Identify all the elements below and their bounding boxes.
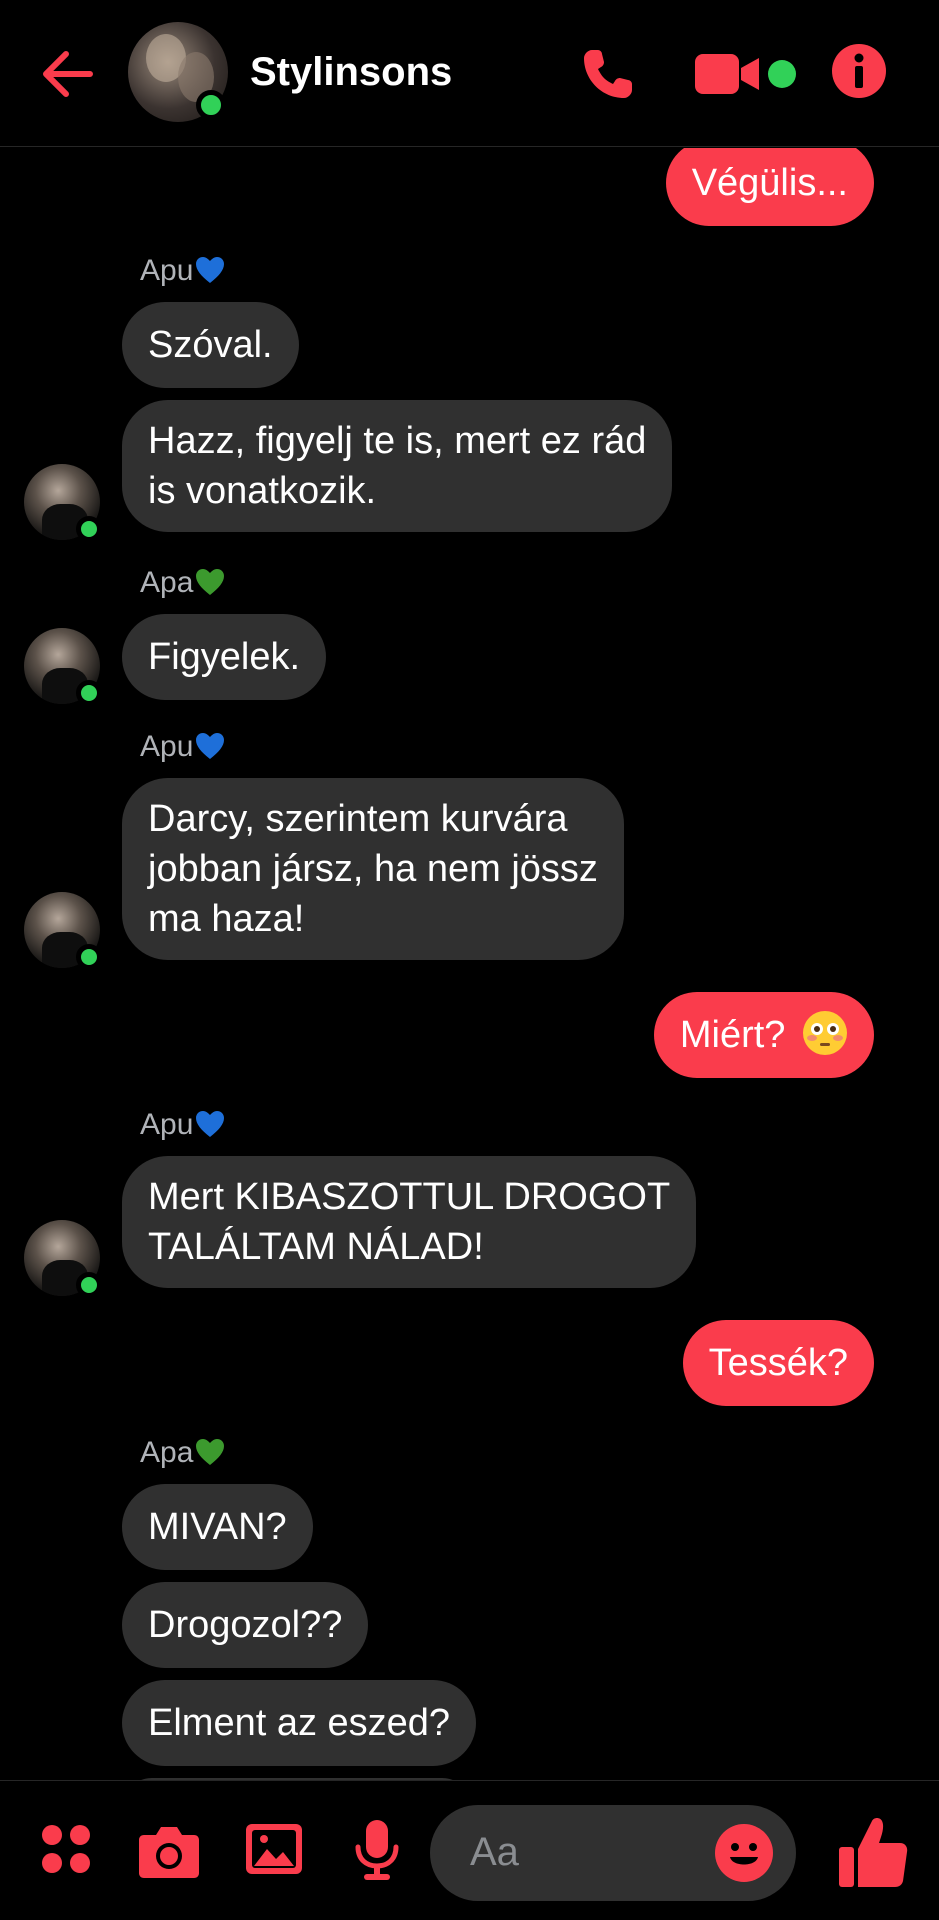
message-line: jobban jársz, ha nem jössz <box>148 848 598 890</box>
apps-icon[interactable] <box>40 1823 92 1875</box>
message-text: Szóval. <box>148 324 273 366</box>
outgoing-message[interactable]: Végülis... <box>665 148 874 226</box>
emoji-icon[interactable] <box>714 1823 774 1883</box>
incoming-message[interactable]: Mert KIBASZOTTUL DROGOT TALÁLTAM NÁLAD! <box>122 1156 697 1288</box>
chat-title[interactable]: Stylinsons <box>250 50 452 95</box>
online-indicator <box>76 680 102 706</box>
message-text: MIVAN? <box>148 1506 287 1548</box>
chat-header: Stylinsons <box>0 0 939 147</box>
outgoing-message[interactable]: Miért? <box>653 992 874 1078</box>
message-line: Mert KIBASZOTTUL DROGOT <box>148 1176 671 1218</box>
blue-heart-icon <box>196 257 225 283</box>
sender-name: Apu <box>140 254 194 287</box>
sender-name: Apu <box>140 1108 194 1141</box>
video-active-dot <box>768 60 796 88</box>
message-text: Figyelek. <box>148 636 301 678</box>
blue-heart-icon <box>196 733 225 759</box>
outgoing-message[interactable]: Tessék? <box>682 1320 874 1406</box>
message-text: Elment az eszed? <box>148 1702 451 1744</box>
green-heart-icon <box>196 569 225 595</box>
sender-name: Apa <box>140 1436 194 1469</box>
sender-label: Apu <box>140 1108 225 1142</box>
message-line: Darcy, szerintem kurvára <box>148 798 568 840</box>
online-indicator <box>76 1272 102 1298</box>
message-line: ma haza! <box>148 898 305 940</box>
message-text: Drogozol?? <box>148 1604 343 1646</box>
online-indicator <box>76 944 102 970</box>
message-text: Végülis... <box>691 162 848 204</box>
gallery-icon[interactable] <box>245 1823 303 1875</box>
message-composer <box>0 1780 939 1920</box>
thumbs-up-icon[interactable] <box>838 1815 908 1889</box>
message-text: Tessék? <box>708 1342 848 1384</box>
message-line: Hazz, figyelj te is, mert ez rád <box>148 420 647 462</box>
incoming-message[interactable]: Szóval. <box>122 302 299 388</box>
sender-label: Apa <box>140 566 225 600</box>
sender-label: Apa <box>140 1436 225 1470</box>
green-heart-icon <box>196 1439 225 1465</box>
message-input-wrapper[interactable] <box>430 1805 796 1901</box>
incoming-message[interactable]: Figyelek. <box>122 614 327 700</box>
message-text: Miért? <box>679 1014 786 1056</box>
sender-name: Apu <box>140 730 194 763</box>
message-list[interactable]: Végülis... Apu Szóval. Hazz, figyelj te … <box>0 148 939 1780</box>
message-line: TALÁLTAM NÁLAD! <box>148 1226 484 1268</box>
video-camera-icon[interactable] <box>695 52 761 96</box>
sender-name: Apa <box>140 566 194 599</box>
message-input[interactable] <box>470 1827 710 1877</box>
sender-label: Apu <box>140 254 225 288</box>
incoming-message[interactable]: Elment az eszed? <box>122 1680 477 1766</box>
blue-heart-icon <box>196 1111 225 1137</box>
online-indicator <box>76 516 102 542</box>
sender-label: Apu <box>140 730 225 764</box>
incoming-message[interactable]: Darcy, szerintem kurvára jobban jársz, h… <box>122 778 624 960</box>
microphone-icon[interactable] <box>354 1819 400 1881</box>
incoming-message[interactable]: Hazz, figyelj te is, mert ez rád is vona… <box>122 400 673 532</box>
flushed-face-emoji-icon <box>803 1011 847 1055</box>
info-icon[interactable] <box>832 44 886 98</box>
camera-icon[interactable] <box>138 1823 200 1879</box>
arrow-left-icon[interactable] <box>38 44 98 104</box>
phone-icon[interactable] <box>578 44 638 104</box>
online-indicator <box>196 90 226 120</box>
incoming-message[interactable]: Drogozol?? <box>122 1582 369 1668</box>
incoming-message[interactable]: MIVAN? <box>122 1484 313 1570</box>
message-line: is vonatkozik. <box>148 470 377 512</box>
